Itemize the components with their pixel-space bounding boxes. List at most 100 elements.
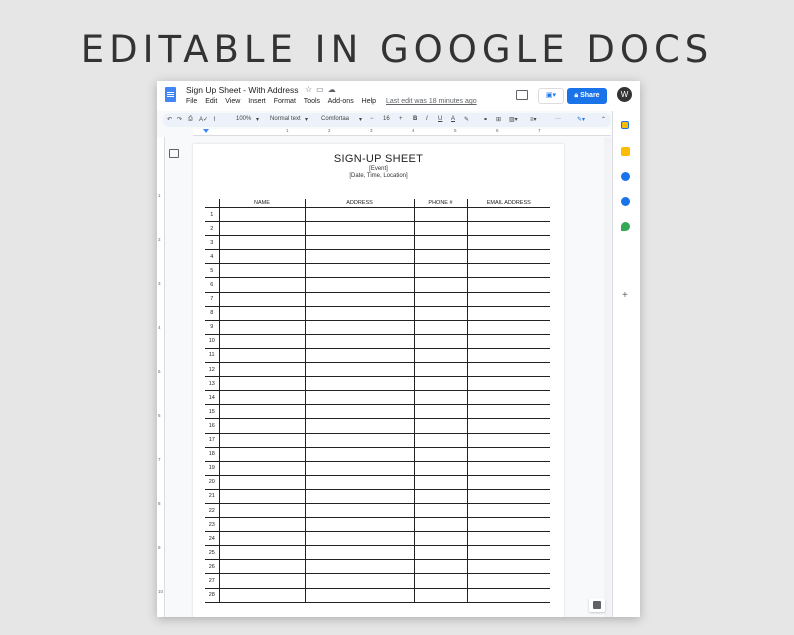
address-cell[interactable] [304, 489, 414, 504]
phone-cell[interactable] [413, 376, 467, 392]
email-cell[interactable] [466, 376, 550, 392]
phone-cell[interactable] [413, 461, 467, 476]
email-cell[interactable] [466, 517, 550, 533]
name-cell[interactable] [218, 588, 305, 603]
phone-cell[interactable] [413, 418, 467, 434]
name-cell[interactable] [218, 292, 305, 307]
signup-table[interactable]: NAME ADDRESS PHONE # EMAIL ADDRESS 12345… [205, 199, 550, 603]
email-cell[interactable] [466, 306, 550, 321]
email-cell[interactable] [466, 277, 550, 293]
menu-view[interactable]: View [225, 98, 240, 105]
address-cell[interactable] [304, 503, 414, 519]
document-outline-icon[interactable] [169, 149, 179, 158]
name-cell[interactable] [218, 461, 305, 476]
phone-cell[interactable] [413, 489, 467, 504]
docs-logo-icon[interactable] [165, 87, 176, 102]
name-cell[interactable] [218, 418, 305, 434]
present-button[interactable]: ▣▾ [538, 88, 564, 104]
email-cell[interactable] [466, 235, 550, 251]
address-cell[interactable] [304, 545, 414, 561]
email-cell[interactable] [466, 292, 550, 307]
name-cell[interactable] [218, 277, 305, 293]
align-icon[interactable]: ≡▾ [530, 116, 537, 123]
address-cell[interactable] [304, 207, 414, 223]
address-cell[interactable] [304, 404, 414, 420]
address-cell[interactable] [304, 588, 414, 603]
comment-history-icon[interactable] [516, 90, 528, 100]
highlight-icon[interactable]: ✎ [464, 116, 469, 123]
email-cell[interactable] [466, 573, 550, 589]
name-cell[interactable] [218, 531, 305, 547]
address-cell[interactable] [304, 362, 414, 378]
chevron-up-icon[interactable]: ⌃ [601, 116, 606, 123]
email-cell[interactable] [466, 249, 550, 265]
add-ons-plus-icon[interactable]: + [622, 290, 628, 301]
name-cell[interactable] [218, 475, 305, 490]
address-cell[interactable] [304, 447, 414, 462]
name-cell[interactable] [218, 390, 305, 406]
email-cell[interactable] [466, 433, 550, 448]
underline-button[interactable]: U [438, 116, 442, 122]
phone-cell[interactable] [413, 362, 467, 378]
address-cell[interactable] [304, 418, 414, 434]
address-cell[interactable] [304, 461, 414, 476]
last-edit-link[interactable]: Last edit was 18 minutes ago [386, 98, 477, 105]
name-cell[interactable] [218, 235, 305, 251]
phone-cell[interactable] [413, 263, 467, 279]
font-size-input[interactable]: 16 [383, 116, 390, 122]
address-cell[interactable] [304, 277, 414, 293]
share-button[interactable]: 🔒︎ Share [567, 88, 607, 104]
email-cell[interactable] [466, 263, 550, 279]
name-cell[interactable] [218, 334, 305, 349]
name-cell[interactable] [218, 503, 305, 519]
address-cell[interactable] [304, 292, 414, 307]
bold-button[interactable]: B [413, 116, 417, 122]
email-cell[interactable] [466, 447, 550, 462]
name-cell[interactable] [218, 263, 305, 279]
phone-cell[interactable] [413, 221, 467, 237]
menu-edit[interactable]: Edit [205, 98, 217, 105]
phone-cell[interactable] [413, 531, 467, 547]
email-cell[interactable] [466, 503, 550, 519]
phone-cell[interactable] [413, 320, 467, 335]
editing-mode-icon[interactable]: ✎▾ [577, 116, 585, 123]
phone-cell[interactable] [413, 517, 467, 533]
name-cell[interactable] [218, 447, 305, 462]
menu-insert[interactable]: Insert [248, 98, 266, 105]
tasks-icon[interactable] [621, 172, 630, 181]
name-cell[interactable] [218, 207, 305, 223]
email-cell[interactable] [466, 362, 550, 378]
font-select[interactable]: Comfortaa [321, 116, 349, 122]
address-cell[interactable] [304, 390, 414, 406]
phone-cell[interactable] [413, 348, 467, 364]
address-cell[interactable] [304, 334, 414, 349]
address-cell[interactable] [304, 433, 414, 448]
keep-icon[interactable] [621, 147, 630, 156]
email-cell[interactable] [466, 221, 550, 237]
insert-image-icon[interactable]: ▨▾ [509, 116, 518, 123]
phone-cell[interactable] [413, 475, 467, 490]
phone-cell[interactable] [413, 390, 467, 406]
text-color-button[interactable]: A [451, 116, 455, 122]
print-icon[interactable]: ⎙ [188, 116, 193, 123]
avatar[interactable]: W [617, 87, 632, 102]
folder-icon[interactable]: ▭ [316, 85, 328, 94]
address-cell[interactable] [304, 475, 414, 490]
phone-cell[interactable] [413, 334, 467, 349]
address-cell[interactable] [304, 573, 414, 589]
address-cell[interactable] [304, 249, 414, 265]
name-cell[interactable] [218, 221, 305, 237]
name-cell[interactable] [218, 348, 305, 364]
address-cell[interactable] [304, 531, 414, 547]
address-cell[interactable] [304, 348, 414, 364]
decrease-font-size-icon[interactable]: − [370, 116, 374, 122]
name-cell[interactable] [218, 320, 305, 335]
email-cell[interactable] [466, 588, 550, 603]
calendar-icon[interactable] [621, 121, 629, 129]
document-page[interactable]: SIGN-UP SHEET [Event] [Date, Time, Locat… [193, 144, 564, 617]
name-cell[interactable] [218, 489, 305, 504]
email-cell[interactable] [466, 418, 550, 434]
horizontal-ruler[interactable]: 1 2 3 4 5 6 7 [193, 128, 611, 136]
phone-cell[interactable] [413, 207, 467, 223]
email-cell[interactable] [466, 545, 550, 561]
